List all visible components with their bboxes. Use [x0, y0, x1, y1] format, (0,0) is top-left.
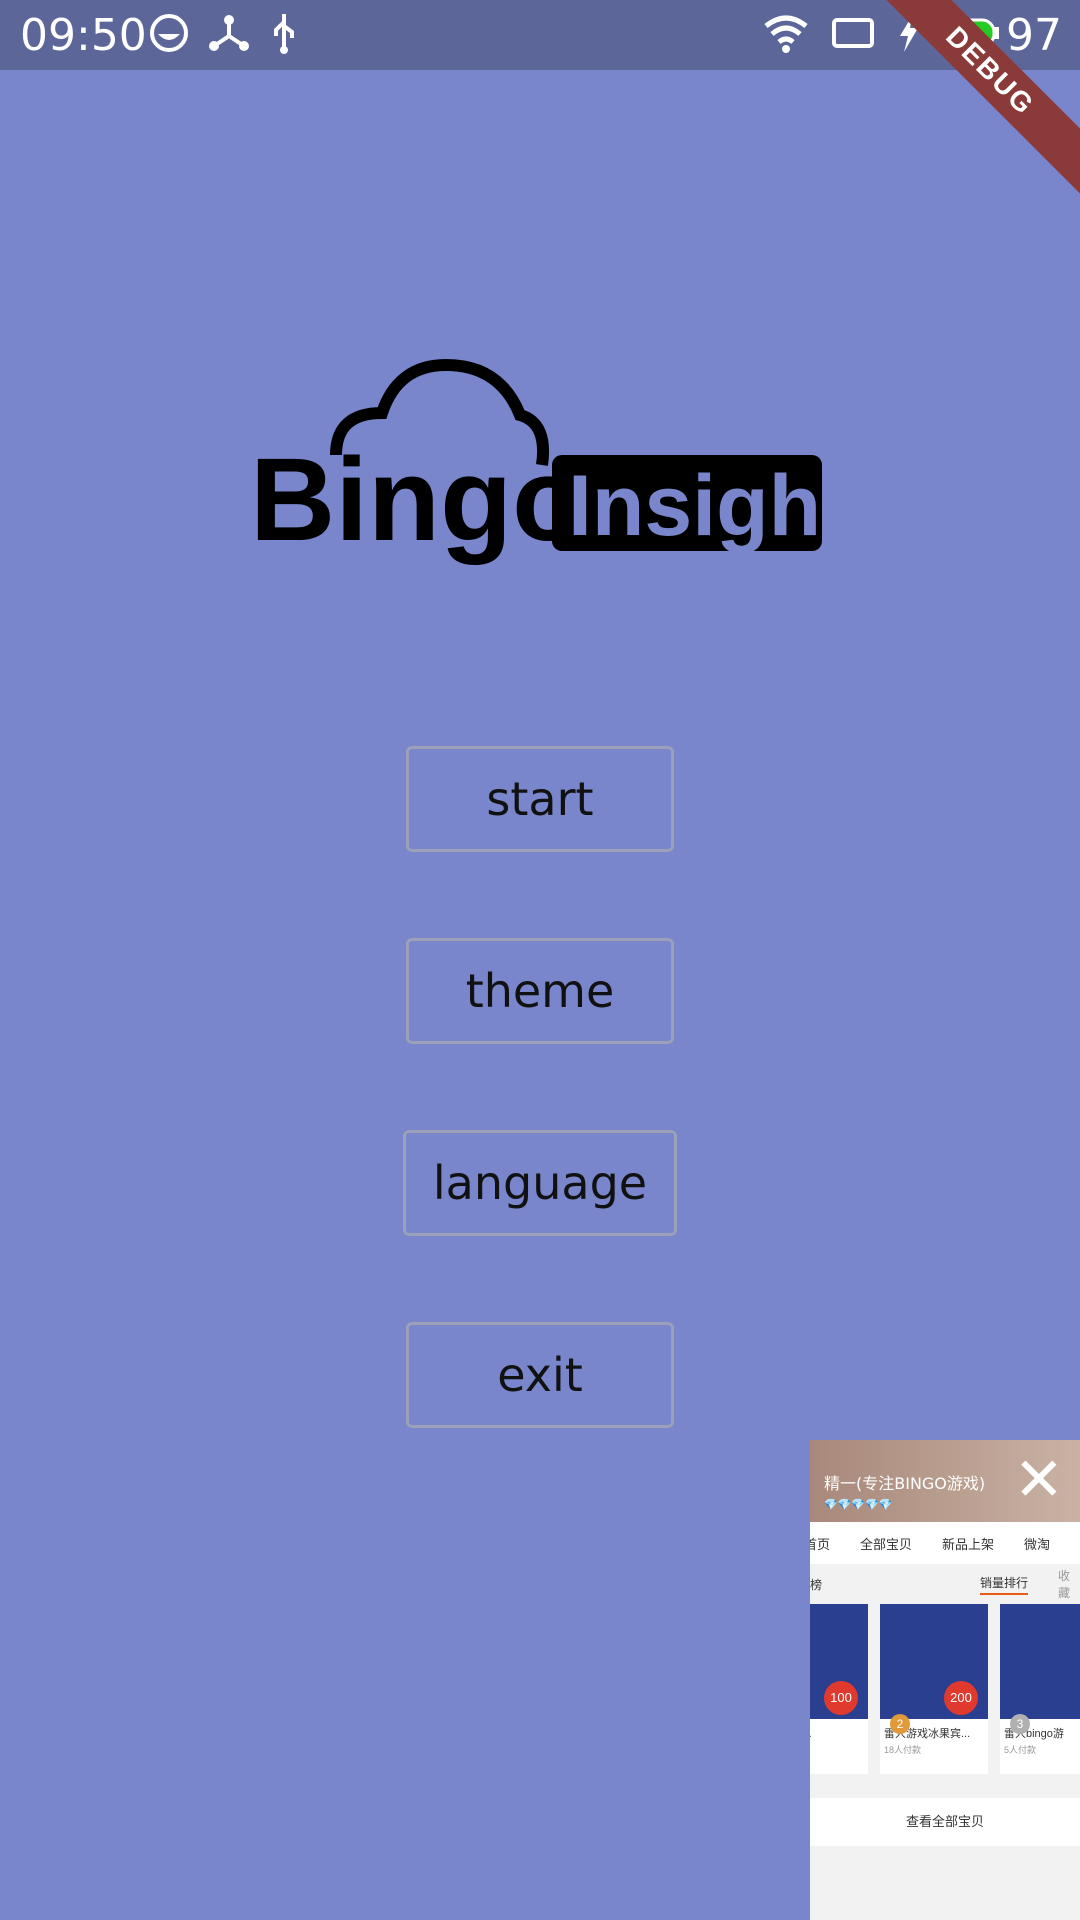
status-time: 09:50 — [20, 10, 147, 61]
exit-button[interactable]: exit — [406, 1322, 674, 1428]
shop-ad-popup[interactable]: 精一(专注BINGO游戏) 💎💎💎💎💎 ✕ 首页 全部宝贝 新品上架 微淘 榜 … — [810, 1440, 1080, 1920]
network-hub-icon — [208, 12, 250, 59]
ad-nav-home[interactable]: 首页 — [810, 1534, 830, 1553]
product-name: game宾... — [810, 1719, 868, 1741]
ad-product-card[interactable]: 3 雷人bingo游 5人付款 — [1000, 1604, 1080, 1774]
product-rank: 2 — [890, 1714, 910, 1734]
product-image: 100 — [810, 1604, 868, 1719]
start-button[interactable]: start — [406, 746, 674, 852]
logo-word-insight: Insight — [568, 458, 830, 554]
ad-product-card[interactable]: 100 1 game宾... — [810, 1604, 868, 1774]
close-icon[interactable]: ✕ — [1014, 1450, 1064, 1510]
product-image — [1000, 1604, 1080, 1719]
ad-product-list: 100 1 game宾... 200 2 雷人游戏冰果宾... 18人付款 3 … — [810, 1604, 1080, 1774]
product-sales: 5人付款 — [1004, 1745, 1037, 1755]
ad-shop-title: 精一(专注BINGO游戏) — [824, 1474, 986, 1493]
ad-rating-gems: 💎💎💎💎💎 — [824, 1499, 893, 1511]
battery-percentage: 97 — [1006, 10, 1062, 61]
ad-sort-label: 榜 — [810, 1577, 823, 1592]
product-badge: 100 — [824, 1681, 858, 1715]
bingo-insight-logo: Bingo Insight — [250, 355, 850, 566]
ad-sort-bar: 榜 销量排行 收藏 — [810, 1564, 1080, 1604]
screen-cast-icon — [830, 12, 876, 59]
ad-nav-new-arrivals[interactable]: 新品上架 — [942, 1534, 994, 1553]
product-sales: 18人付款 — [884, 1745, 922, 1755]
language-button[interactable]: language — [403, 1130, 677, 1236]
ad-sort-sales[interactable]: 销量排行 — [980, 1574, 1029, 1595]
ad-sort-favorites[interactable]: 收藏 — [1058, 1567, 1080, 1601]
product-sales — [810, 1741, 868, 1745]
ad-nav-all-items[interactable]: 全部宝贝 — [860, 1534, 912, 1553]
ad-header: 精一(专注BINGO游戏) 💎💎💎💎💎 ✕ — [810, 1440, 1080, 1522]
wifi-icon — [762, 12, 810, 59]
ad-view-all-button[interactable]: 查看全部宝贝 — [810, 1798, 1080, 1846]
ad-product-card[interactable]: 200 2 雷人游戏冰果宾... 18人付款 — [880, 1604, 988, 1774]
face-icon — [148, 12, 190, 59]
usb-icon — [268, 12, 300, 59]
logo-word-bingo: Bingo — [250, 434, 584, 565]
theme-button[interactable]: theme — [406, 938, 674, 1044]
ad-nav: 首页 全部宝贝 新品上架 微淘 — [810, 1522, 1080, 1564]
ad-nav-weitao[interactable]: 微淘 — [1024, 1534, 1050, 1553]
product-rank: 3 — [1010, 1714, 1030, 1734]
product-badge: 200 — [944, 1681, 978, 1715]
product-image: 200 — [880, 1604, 988, 1719]
